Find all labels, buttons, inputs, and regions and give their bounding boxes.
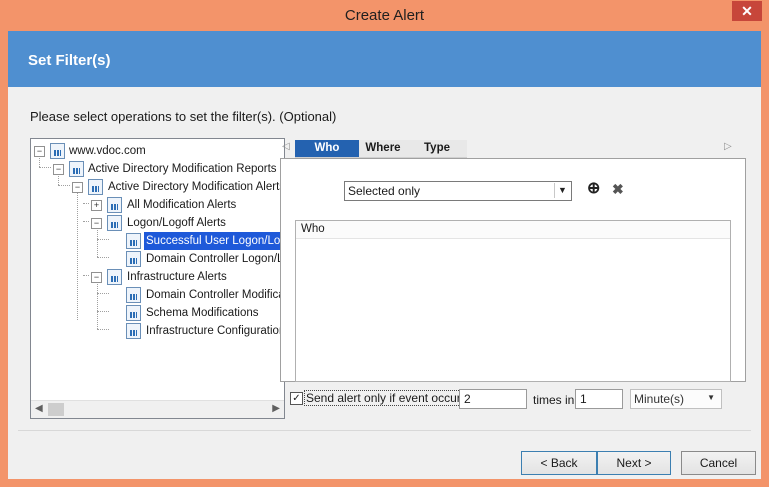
report-icon [107,197,122,213]
period-unit-dropdown[interactable]: Minute(s) ▼ [630,389,722,409]
dialog-body: Set Filter(s) Please select operations t… [8,31,761,479]
tree-node-successful-logon[interactable]: Successful User Logon/Lo [110,232,284,250]
tree-node-alerts[interactable]: − Active Directory Modification Alerts [72,178,284,196]
tree-node-dc-modifications[interactable]: Domain Controller Modificat [110,286,284,304]
report-icon [126,323,141,339]
collapse-icon[interactable]: − [72,182,83,193]
title-bar: Create Alert ✕ [0,0,769,31]
header-title: Set Filter(s) [28,52,111,69]
header-banner: Set Filter(s) [8,31,761,87]
expand-icon[interactable]: + [91,200,102,211]
divider [18,430,751,431]
chevron-down-icon: ▼ [707,393,715,402]
remove-icon[interactable]: ✖ [612,180,624,198]
tree-horizontal-scrollbar[interactable]: ◀ ▶ [31,400,284,418]
report-icon [107,269,122,285]
tree-node-all-modification[interactable]: + All Modification Alerts [91,196,284,214]
report-icon [126,233,141,249]
scroll-left-icon[interactable]: ◀ [35,403,43,414]
selection-mode-value: Selected only [348,184,421,198]
next-button[interactable]: Next > [597,451,671,475]
filter-tabs: ◁ Who Where Type ▷ [280,140,747,158]
tree-node-infrastructure[interactable]: − Infrastructure Alerts [91,268,284,286]
report-icon [126,251,141,267]
tab-who[interactable]: Who [295,140,359,158]
tree-node-reports[interactable]: − Active Directory Modification Reports [53,160,284,178]
report-icon [88,179,103,195]
close-button[interactable]: ✕ [732,1,762,21]
send-alert-row: ✓ Send alert only if event occurs 2 time… [288,387,758,411]
who-panel: Selected only ▼ ⊕ ✖ Who [280,158,746,382]
collapse-icon[interactable]: − [91,272,102,283]
instructions-text: Please select operations to set the filt… [30,109,337,124]
tab-type[interactable]: Type [407,140,467,158]
tab-scroll-left-icon[interactable]: ◁ [282,141,290,152]
report-icon [69,161,84,177]
tree-node-schema[interactable]: Schema Modifications [110,304,284,322]
tree-node-dc-logon[interactable]: Domain Controller Logon/Lo [110,250,284,268]
collapse-icon[interactable]: − [34,146,45,157]
report-icon [126,287,141,303]
back-button[interactable]: < Back [521,451,597,475]
tab-where[interactable]: Where [359,140,407,158]
times-in-label: times in [533,393,575,407]
selection-mode-dropdown[interactable]: Selected only ▼ [344,181,572,201]
window-title: Create Alert [344,7,425,24]
report-icon [107,215,122,231]
alert-tree[interactable]: − www.vdoc.com − Active Directory Modifi… [30,138,285,419]
tree-node-infra-config[interactable]: Infrastructure Configuration [110,322,284,340]
who-list-header: Who [296,221,730,239]
report-icon [126,305,141,321]
chevron-down-icon[interactable]: ▼ [554,183,570,198]
occurrence-count-input[interactable]: 2 [459,389,527,409]
add-icon[interactable]: ⊕ [587,180,600,198]
collapse-icon[interactable]: − [53,164,64,175]
send-alert-label[interactable]: Send alert only if event occurs [304,390,469,406]
scroll-right-icon[interactable]: ▶ [272,403,280,414]
create-alert-window: Create Alert ✕ Set Filter(s) Please sele… [0,0,769,487]
collapse-icon[interactable]: − [91,218,102,229]
cancel-button[interactable]: Cancel [681,451,756,475]
tree-node-logon-logoff[interactable]: − Logon/Logoff Alerts [91,214,284,232]
send-alert-checkbox[interactable]: ✓ [290,392,303,405]
tree-node-root[interactable]: − www.vdoc.com [34,142,274,160]
tab-scroll-right-icon[interactable]: ▷ [724,141,732,152]
who-list[interactable]: Who [295,220,731,382]
scroll-thumb[interactable] [48,403,64,416]
period-input[interactable]: 1 [575,389,623,409]
report-icon [50,143,65,159]
